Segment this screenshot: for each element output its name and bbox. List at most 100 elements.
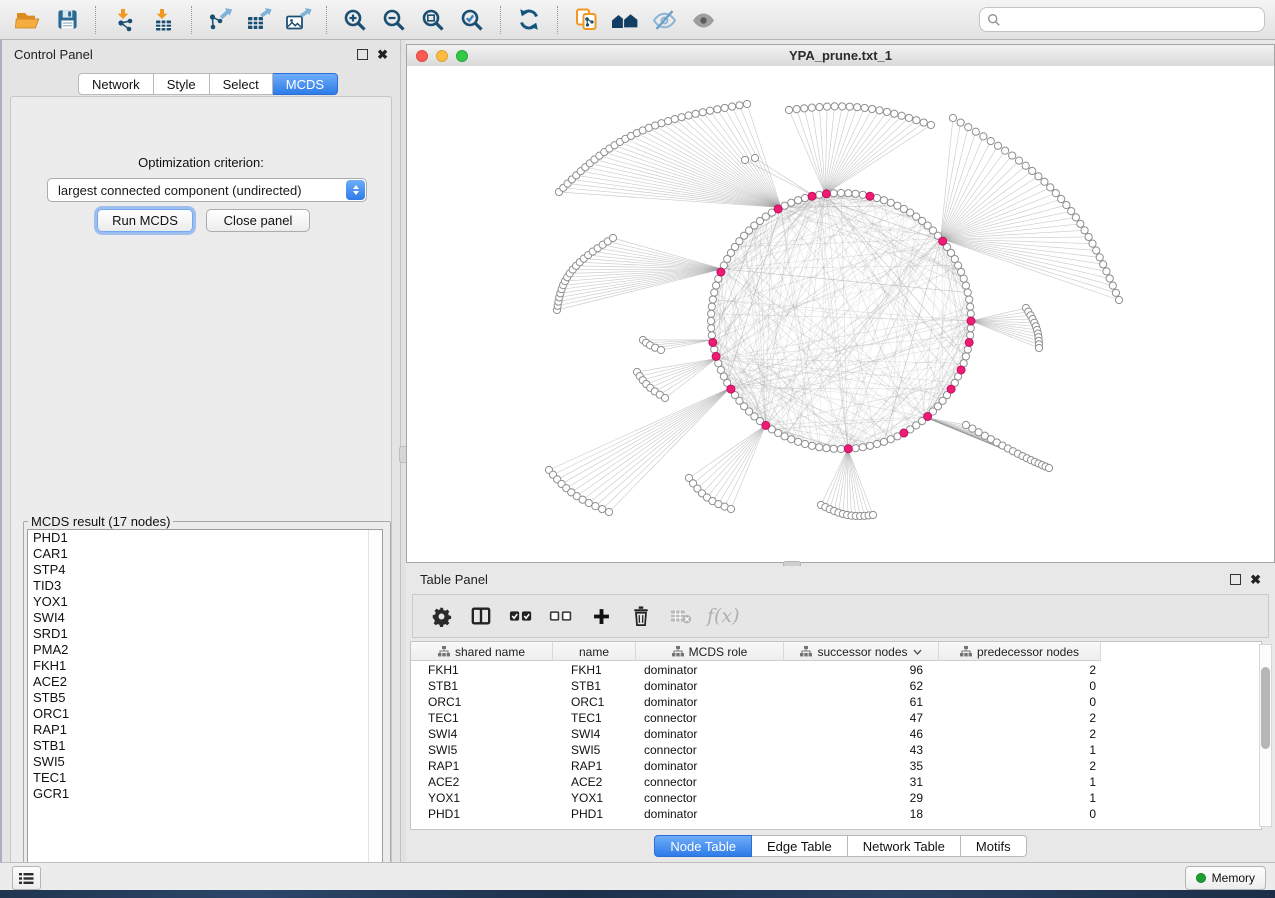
cell-name[interactable]: ACE2 [553, 774, 636, 790]
cell-name[interactable]: RAP1 [553, 758, 636, 774]
mcds-result-item[interactable]: RAP1 [28, 722, 382, 738]
cell-MCDS-role[interactable]: connector [636, 710, 784, 726]
import-network-button[interactable] [106, 4, 142, 36]
tab-motifs[interactable]: Motifs [961, 835, 1027, 857]
tab-node-table[interactable]: Node Table [654, 835, 752, 857]
cell-name[interactable]: PHD1 [553, 806, 636, 822]
list-scrollbar[interactable] [368, 530, 382, 882]
cell-MCDS-role[interactable]: connector [636, 774, 784, 790]
table-row[interactable]: SWI5SWI5connector431 [411, 742, 1261, 758]
cell-successor-nodes[interactable]: 43 [784, 742, 939, 758]
zoom-out-button[interactable] [376, 4, 412, 36]
zoom-selected-button[interactable] [454, 4, 490, 36]
gear-button[interactable] [425, 599, 457, 633]
zoom-in-button[interactable] [337, 4, 373, 36]
cell-shared-name[interactable]: RAP1 [411, 758, 553, 774]
table-row[interactable]: PHD1PHD1dominator180 [411, 806, 1261, 822]
cell-predecessor-nodes[interactable]: 0 [939, 678, 1101, 694]
column-header-successor-nodes[interactable]: successor nodes [784, 642, 939, 661]
cell-predecessor-nodes[interactable]: 1 [939, 790, 1101, 806]
table-row[interactable]: SWI4SWI4dominator462 [411, 726, 1261, 742]
tab-network[interactable]: Network [78, 73, 154, 95]
tab-mcds[interactable]: MCDS [273, 73, 338, 95]
mcds-result-item[interactable]: YOX1 [28, 594, 382, 610]
tab-select[interactable]: Select [210, 73, 273, 95]
column-header-shared-name[interactable]: shared name [411, 642, 553, 661]
tab-style[interactable]: Style [154, 73, 210, 95]
tab-edge-table[interactable]: Edge Table [752, 835, 848, 857]
cell-name[interactable]: STB1 [553, 678, 636, 694]
folder-open-button[interactable] [10, 4, 46, 36]
memory-button[interactable]: Memory [1185, 866, 1266, 890]
cell-MCDS-role[interactable]: connector [636, 742, 784, 758]
table-row[interactable]: ACE2ACE2connector311 [411, 774, 1261, 790]
cell-name[interactable]: TEC1 [553, 710, 636, 726]
tab-network-table[interactable]: Network Table [848, 835, 961, 857]
table-row[interactable]: ORC1ORC1dominator610 [411, 694, 1261, 710]
close-panel-button[interactable]: Close panel [206, 209, 310, 232]
cell-name[interactable]: FKH1 [553, 662, 636, 678]
cell-MCDS-role[interactable]: dominator [636, 694, 784, 710]
cell-name[interactable]: SWI4 [553, 726, 636, 742]
close-table-panel-icon[interactable]: ✖ [1250, 575, 1261, 584]
mcds-result-item[interactable]: TEC1 [28, 770, 382, 786]
mcds-result-item[interactable]: STP4 [28, 562, 382, 578]
cell-predecessor-nodes[interactable]: 2 [939, 726, 1101, 742]
export-image-button[interactable] [280, 4, 316, 36]
search-box[interactable] [979, 7, 1265, 32]
export-network-button[interactable] [202, 4, 238, 36]
columns-button[interactable] [465, 599, 497, 633]
cell-MCDS-role[interactable]: dominator [636, 806, 784, 822]
mcds-result-item[interactable]: PHD1 [28, 530, 382, 546]
float-table-panel-icon[interactable] [1230, 574, 1241, 585]
cell-MCDS-role[interactable]: dominator [636, 758, 784, 774]
cell-predecessor-nodes[interactable]: 1 [939, 742, 1101, 758]
cell-predecessor-nodes[interactable]: 1 [939, 774, 1101, 790]
show-panel-list-button[interactable] [12, 866, 41, 890]
cell-predecessor-nodes[interactable]: 2 [939, 662, 1101, 678]
mcds-result-item[interactable]: GCR1 [28, 786, 382, 802]
cell-name[interactable]: ORC1 [553, 694, 636, 710]
add-button[interactable] [585, 599, 617, 633]
cell-successor-nodes[interactable]: 29 [784, 790, 939, 806]
cell-shared-name[interactable]: PHD1 [411, 806, 553, 822]
float-panel-icon[interactable] [357, 49, 368, 60]
network-window-titlebar[interactable]: YPA_prune.txt_1 [407, 45, 1274, 67]
cell-MCDS-role[interactable]: dominator [636, 678, 784, 694]
cell-successor-nodes[interactable]: 96 [784, 662, 939, 678]
cell-MCDS-role[interactable]: connector [636, 790, 784, 806]
close-panel-icon[interactable]: ✖ [377, 50, 388, 59]
cell-successor-nodes[interactable]: 31 [784, 774, 939, 790]
table-row[interactable]: YOX1YOX1connector291 [411, 790, 1261, 806]
table-row[interactable]: TEC1TEC1connector472 [411, 710, 1261, 726]
mcds-result-item[interactable]: SRD1 [28, 626, 382, 642]
save-button[interactable] [49, 4, 85, 36]
mcds-result-item[interactable]: SWI5 [28, 754, 382, 770]
cell-successor-nodes[interactable]: 61 [784, 694, 939, 710]
network-canvas[interactable] [407, 66, 1274, 562]
mcds-result-item[interactable]: PMA2 [28, 642, 382, 658]
mcds-result-item[interactable]: FKH1 [28, 658, 382, 674]
search-input[interactable] [1006, 11, 1257, 28]
refresh-button[interactable] [511, 4, 547, 36]
mcds-result-list[interactable]: PHD1CAR1STP4TID3YOX1SWI4SRD1PMA2FKH1ACE2… [27, 529, 383, 883]
table-row[interactable]: STB1STB1dominator620 [411, 678, 1261, 694]
cell-name[interactable]: YOX1 [553, 790, 636, 806]
cell-successor-nodes[interactable]: 18 [784, 806, 939, 822]
column-header-predecessor-nodes[interactable]: predecessor nodes [939, 642, 1101, 661]
cell-shared-name[interactable]: SWI4 [411, 726, 553, 742]
mcds-result-item[interactable]: ORC1 [28, 706, 382, 722]
criterion-select[interactable]: largest connected component (undirected) [47, 178, 367, 202]
mcds-result-item[interactable]: STB1 [28, 738, 382, 754]
cell-MCDS-role[interactable]: dominator [636, 726, 784, 742]
zoom-fit-button[interactable] [415, 4, 451, 36]
clone-network-button[interactable] [568, 4, 604, 36]
cell-predecessor-nodes[interactable]: 2 [939, 710, 1101, 726]
run-mcds-button[interactable]: Run MCDS [97, 209, 193, 232]
eye-slash-button[interactable] [646, 4, 682, 36]
cell-successor-nodes[interactable]: 62 [784, 678, 939, 694]
trash-button[interactable] [625, 599, 657, 633]
cell-shared-name[interactable]: STB1 [411, 678, 553, 694]
cell-shared-name[interactable]: TEC1 [411, 710, 553, 726]
cell-shared-name[interactable]: ORC1 [411, 694, 553, 710]
